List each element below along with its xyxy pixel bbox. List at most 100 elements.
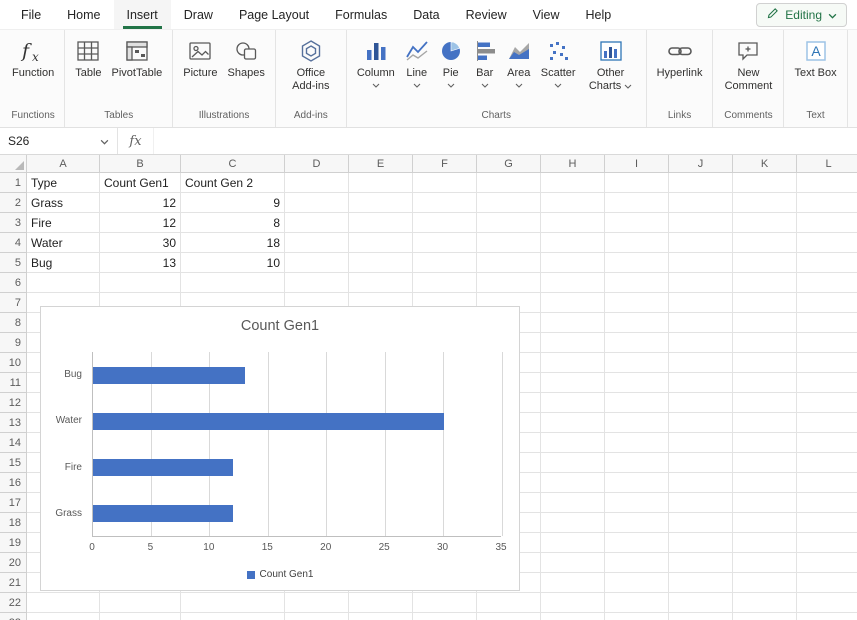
cell-L8[interactable]	[797, 313, 857, 333]
cell-A23[interactable]	[27, 613, 100, 620]
cell-H19[interactable]	[541, 533, 605, 553]
cell-J21[interactable]	[669, 573, 733, 593]
tab-page-layout[interactable]: Page Layout	[226, 0, 322, 29]
cell-G2[interactable]	[477, 193, 541, 213]
cell-J16[interactable]	[669, 473, 733, 493]
cell-K9[interactable]	[733, 333, 797, 353]
cell-B3[interactable]: 12	[100, 213, 181, 233]
column-header-B[interactable]: B	[100, 155, 181, 173]
cell-J13[interactable]	[669, 413, 733, 433]
column-header-J[interactable]: J	[669, 155, 733, 173]
cell-I14[interactable]	[605, 433, 669, 453]
cell-H6[interactable]	[541, 273, 605, 293]
cell-J1[interactable]	[669, 173, 733, 193]
cell-H23[interactable]	[541, 613, 605, 620]
cell-I13[interactable]	[605, 413, 669, 433]
cell-I4[interactable]	[605, 233, 669, 253]
chevron-down-icon[interactable]	[447, 82, 455, 88]
other-charts-button[interactable]: Other Charts	[581, 35, 641, 95]
row-header-23[interactable]: 23	[0, 613, 27, 620]
cell-J15[interactable]	[669, 453, 733, 473]
cell-K8[interactable]	[733, 313, 797, 333]
shapes-button[interactable]: Shapes	[223, 35, 270, 82]
insert-function-button[interactable]: fx	[118, 128, 154, 154]
cell-K20[interactable]	[733, 553, 797, 573]
cell-L14[interactable]	[797, 433, 857, 453]
cell-H8[interactable]	[541, 313, 605, 333]
chevron-down-icon[interactable]	[372, 82, 380, 88]
tab-help[interactable]: Help	[573, 0, 625, 29]
cell-I1[interactable]	[605, 173, 669, 193]
cell-J10[interactable]	[669, 353, 733, 373]
cell-K17[interactable]	[733, 493, 797, 513]
cell-C6[interactable]	[181, 273, 285, 293]
cell-C1[interactable]: Count Gen 2	[181, 173, 285, 193]
chevron-down-icon[interactable]	[481, 82, 489, 88]
cell-H10[interactable]	[541, 353, 605, 373]
cell-H21[interactable]	[541, 573, 605, 593]
cell-A1[interactable]: Type	[27, 173, 100, 193]
cell-J14[interactable]	[669, 433, 733, 453]
cell-A5[interactable]: Bug	[27, 253, 100, 273]
new-comment-button[interactable]: New Comment	[718, 35, 778, 95]
tab-data[interactable]: Data	[400, 0, 452, 29]
cell-G1[interactable]	[477, 173, 541, 193]
cell-I3[interactable]	[605, 213, 669, 233]
cell-L5[interactable]	[797, 253, 857, 273]
cell-L6[interactable]	[797, 273, 857, 293]
cell-A3[interactable]: Fire	[27, 213, 100, 233]
function-button[interactable]: fx Function	[7, 35, 59, 82]
chart[interactable]: Count Gen1 GrassFireWaterBug 05101520253…	[40, 306, 520, 591]
chevron-down-icon[interactable]	[554, 82, 562, 88]
cell-F22[interactable]	[413, 593, 477, 613]
cell-H7[interactable]	[541, 293, 605, 313]
cell-J6[interactable]	[669, 273, 733, 293]
cell-L4[interactable]	[797, 233, 857, 253]
cell-F5[interactable]	[413, 253, 477, 273]
cell-H16[interactable]	[541, 473, 605, 493]
row-header-4[interactable]: 4	[0, 233, 27, 253]
cell-J18[interactable]	[669, 513, 733, 533]
column-header-L[interactable]: L	[797, 155, 857, 173]
cell-D2[interactable]	[285, 193, 349, 213]
column-header-D[interactable]: D	[285, 155, 349, 173]
cell-J22[interactable]	[669, 593, 733, 613]
cell-L1[interactable]	[797, 173, 857, 193]
table-button[interactable]: Table	[70, 35, 106, 82]
cell-I15[interactable]	[605, 453, 669, 473]
cell-K21[interactable]	[733, 573, 797, 593]
cell-I8[interactable]	[605, 313, 669, 333]
bar-fire[interactable]	[93, 459, 233, 476]
bar-bug[interactable]	[93, 367, 245, 384]
cell-K22[interactable]	[733, 593, 797, 613]
cell-J7[interactable]	[669, 293, 733, 313]
cell-H22[interactable]	[541, 593, 605, 613]
row-header-15[interactable]: 15	[0, 453, 27, 473]
bar-grass[interactable]	[93, 505, 233, 522]
cell-K18[interactable]	[733, 513, 797, 533]
cell-I21[interactable]	[605, 573, 669, 593]
cell-I16[interactable]	[605, 473, 669, 493]
column-header-H[interactable]: H	[541, 155, 605, 173]
cell-K1[interactable]	[733, 173, 797, 193]
column-header-K[interactable]: K	[733, 155, 797, 173]
row-header-6[interactable]: 6	[0, 273, 27, 293]
row-header-20[interactable]: 20	[0, 553, 27, 573]
cell-D4[interactable]	[285, 233, 349, 253]
cell-K19[interactable]	[733, 533, 797, 553]
cell-B22[interactable]	[100, 593, 181, 613]
cell-L23[interactable]	[797, 613, 857, 620]
chevron-down-icon[interactable]	[413, 82, 421, 88]
cell-I12[interactable]	[605, 393, 669, 413]
cell-E1[interactable]	[349, 173, 413, 193]
cell-B23[interactable]	[100, 613, 181, 620]
text-box-button[interactable]: A Text Box	[789, 35, 841, 82]
row-header-18[interactable]: 18	[0, 513, 27, 533]
column-header-G[interactable]: G	[477, 155, 541, 173]
cell-I20[interactable]	[605, 553, 669, 573]
cell-H17[interactable]	[541, 493, 605, 513]
cell-H20[interactable]	[541, 553, 605, 573]
area-chart-button[interactable]: Area	[502, 35, 536, 90]
row-header-21[interactable]: 21	[0, 573, 27, 593]
cell-B2[interactable]: 12	[100, 193, 181, 213]
